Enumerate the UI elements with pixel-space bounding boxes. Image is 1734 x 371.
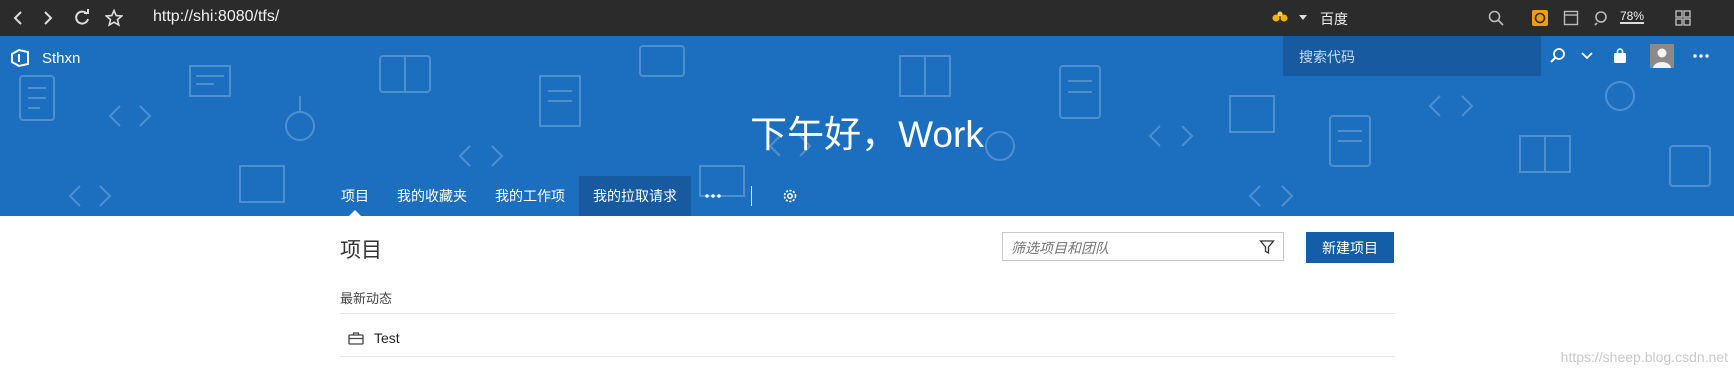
search-icon[interactable]: [1547, 45, 1569, 67]
reader-icon[interactable]: [1561, 8, 1581, 28]
search-engine-icon[interactable]: [1270, 8, 1290, 28]
refresh-icon[interactable]: [72, 8, 92, 28]
find-icon[interactable]: [1592, 8, 1612, 28]
gear-icon: [783, 189, 797, 203]
divider: [340, 356, 1395, 357]
tab-work-items[interactable]: 我的工作项: [481, 176, 579, 216]
avatar[interactable]: [1650, 44, 1674, 68]
project-briefcase-icon: [348, 331, 364, 345]
marketplace-bag-icon[interactable]: [1609, 45, 1631, 67]
bookmark-star-icon[interactable]: [104, 8, 124, 28]
address-bar[interactable]: http://shi:8080/tfs/: [153, 8, 279, 26]
org-logo-icon[interactable]: [10, 48, 30, 73]
watermark: https://sheep.blog.csdn.net: [1560, 349, 1728, 365]
ellipsis-icon: [705, 194, 721, 198]
code-search-placeholder: 搜索代码: [1299, 49, 1355, 65]
filter-funnel-icon[interactable]: [1259, 239, 1275, 255]
more-icon[interactable]: [1690, 45, 1712, 67]
extension-icon[interactable]: [1530, 8, 1550, 28]
tab-favorites[interactable]: 我的收藏夹: [383, 176, 481, 216]
grid-icon[interactable]: [1673, 8, 1693, 28]
search-icon[interactable]: [1486, 8, 1506, 28]
chevron-down-icon[interactable]: [1576, 45, 1598, 67]
main-content: 项目 新建项目 最新动态 Test https://sheep.blog.csd…: [0, 216, 1734, 371]
search-engine-label[interactable]: 百度: [1320, 9, 1348, 29]
tab-divider: [751, 186, 752, 206]
new-project-button[interactable]: 新建项目: [1306, 232, 1394, 263]
org-name[interactable]: Sthxn: [42, 50, 80, 67]
zoom-level[interactable]: 78%: [1620, 10, 1645, 24]
project-filter[interactable]: [1002, 232, 1284, 261]
code-search-box[interactable]: 搜索代码: [1283, 36, 1541, 76]
forward-icon[interactable]: [38, 8, 58, 28]
divider: [340, 313, 1395, 314]
recent-activity-label: 最新动态: [340, 291, 393, 306]
settings-button[interactable]: [768, 176, 812, 216]
more-tabs-button[interactable]: [691, 176, 735, 216]
greeting-heading: 下午好，Work: [750, 114, 984, 155]
hero-banner: Sthxn 搜索代码 下午好，Work 项目 我的收藏夹 我的工作项 我的拉取请…: [0, 36, 1734, 216]
project-row[interactable]: Test: [340, 320, 1395, 356]
project-name[interactable]: Test: [374, 330, 400, 346]
filter-input[interactable]: [1009, 237, 1253, 259]
tab-projects[interactable]: 项目: [327, 176, 383, 216]
tab-pull-requests[interactable]: 我的拉取请求: [579, 176, 691, 216]
back-icon[interactable]: [8, 8, 28, 28]
page-title: 项目: [340, 239, 382, 262]
hub-tabs: 项目 我的收藏夹 我的工作项 我的拉取请求: [327, 176, 812, 216]
browser-toolbar: http://shi:8080/tfs/ 百度 78%: [0, 0, 1734, 36]
dropdown-icon[interactable]: [1293, 8, 1313, 28]
